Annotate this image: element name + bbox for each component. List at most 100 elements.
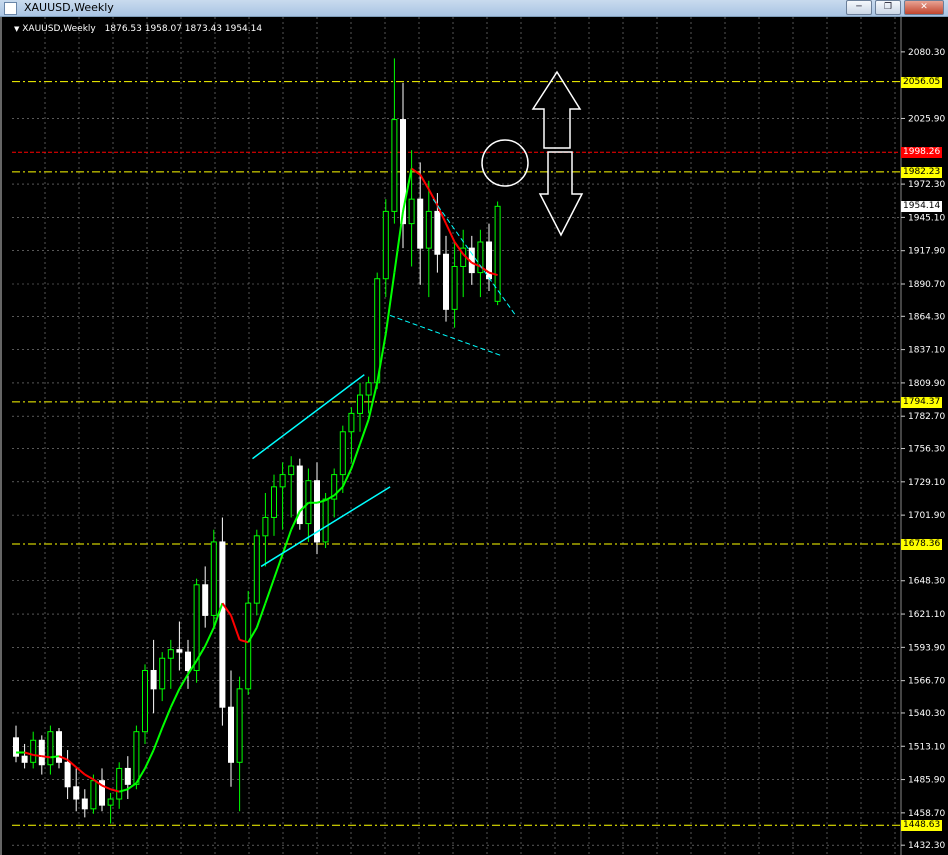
down-arrow-icon <box>538 151 584 237</box>
moving-average-segment <box>178 673 189 690</box>
minimize-icon: ─ <box>856 2 862 12</box>
ohlc-values: 1876.53 1958.07 1873.43 1954.14 <box>104 24 263 34</box>
candle-body <box>90 780 97 810</box>
candle-body <box>30 739 37 763</box>
candle-body <box>339 431 346 476</box>
price-tick-label: 1485.90 <box>908 776 945 786</box>
candle-body <box>443 253 449 310</box>
candle-body <box>365 382 372 396</box>
price-tick-label: 2080.30 <box>908 48 945 58</box>
price-tick-label: 1458.70 <box>908 809 945 819</box>
moving-average-segment <box>169 688 181 708</box>
candle-body <box>185 651 191 671</box>
price-tick-label: 1432.30 <box>908 841 945 851</box>
price-tick-label: 2025.90 <box>908 114 945 124</box>
restore-button[interactable]: ❐ <box>875 0 901 15</box>
candle-body <box>288 465 295 476</box>
moving-average-segment <box>255 602 267 628</box>
chart-window-icon <box>4 2 17 15</box>
price-tick-label: 1809.90 <box>908 379 945 389</box>
moving-average-segment <box>359 419 370 445</box>
candle-body <box>219 541 226 708</box>
candle-body <box>357 394 363 414</box>
candle-body <box>253 535 260 604</box>
candle-body <box>202 584 209 616</box>
moving-average-segment <box>419 174 430 190</box>
candle-body <box>382 210 389 280</box>
channel-upper-line <box>252 374 365 460</box>
price-tick-label: 1917.90 <box>908 247 945 257</box>
moving-average-segment <box>445 223 456 243</box>
minimize-button[interactable]: ─ <box>846 0 872 15</box>
moving-average-segment <box>161 706 172 729</box>
candle-body <box>228 706 234 763</box>
candle-body <box>279 474 286 488</box>
price-tag: 1448.63 <box>901 820 943 832</box>
close-button[interactable]: ✕ <box>904 0 944 15</box>
dropdown-triangle-icon[interactable]: ▼ <box>14 25 19 33</box>
price-tag: 1982.23 <box>901 166 943 178</box>
candle-body <box>408 198 415 225</box>
restore-icon: ❐ <box>883 2 893 12</box>
close-icon: ✕ <box>920 2 928 12</box>
candle-body <box>348 412 355 433</box>
price-chart[interactable]: 2080.30 2025.90 1972.30 1945.10 1917.90 1890.… <box>2 17 948 855</box>
price-tick-label: 1945.10 <box>908 213 945 223</box>
candle-body <box>245 602 252 690</box>
price-tick-label: 1566.70 <box>908 677 945 687</box>
moving-average-segment <box>75 766 86 776</box>
moving-average-segment <box>152 727 164 751</box>
candle-body <box>391 119 398 212</box>
candle-body <box>236 688 243 763</box>
moving-average-segment <box>50 755 60 759</box>
candle-body <box>451 265 458 310</box>
moving-average-segment <box>393 211 404 273</box>
candle-body <box>38 739 45 766</box>
candle-body <box>73 786 80 800</box>
candle-body <box>133 731 140 785</box>
candle-body <box>210 541 217 616</box>
price-tick-label: 1729.10 <box>908 478 945 488</box>
price-tag: 1678.36 <box>901 538 943 550</box>
candle-body <box>116 767 123 800</box>
price-tag: 1954.14 <box>901 201 943 213</box>
candle-body <box>417 198 424 249</box>
moving-average-segment <box>264 578 275 604</box>
candle-body <box>176 649 183 653</box>
moving-average-segment <box>230 615 241 641</box>
price-tick-label: 1513.10 <box>908 742 945 752</box>
price-tick-label: 1540.30 <box>908 709 945 719</box>
price-tick-label: 1701.90 <box>908 511 945 521</box>
moving-average-segment <box>350 443 361 469</box>
symbol-label: XAUUSD,Weekly <box>22 24 96 34</box>
up-arrow-icon <box>531 70 582 149</box>
price-tick-label: 1756.30 <box>908 445 945 455</box>
ohlc-readout: ▼ XAUUSD,Weekly 1876.53 1958.07 1873.43 … <box>14 24 262 34</box>
candle-body <box>107 798 114 806</box>
price-tick-label: 1782.70 <box>908 412 945 422</box>
candle-body <box>124 767 131 785</box>
price-tick-label: 1648.30 <box>908 577 945 587</box>
candle-body <box>434 210 441 255</box>
candle-body <box>322 498 329 543</box>
moving-average-segment <box>384 272 396 334</box>
chart-area[interactable]: 2080.30 2025.90 1972.30 1945.10 1917.90 1890.… <box>0 17 948 855</box>
price-tag: 2056.05 <box>901 76 943 88</box>
moving-average-segment <box>204 627 215 647</box>
price-tick-label: 1621.10 <box>908 610 945 620</box>
candle-body <box>142 669 148 733</box>
candle-body <box>21 755 28 763</box>
moving-average-segment <box>84 773 94 781</box>
price-tick-label: 1593.90 <box>908 643 945 653</box>
price-tag: 1794.37 <box>901 396 943 408</box>
candle-body <box>150 669 157 690</box>
price-tick-label: 1864.30 <box>908 312 945 322</box>
price-tag: 1998.26 <box>901 147 943 159</box>
candle-body <box>271 486 277 518</box>
window-titlebar[interactable]: XAUUSD,Weekly ─ ❐ ✕ <box>0 0 948 17</box>
candle-body <box>167 649 174 659</box>
moving-average-segment <box>41 755 51 759</box>
price-tick-label: 1890.70 <box>908 280 945 290</box>
window-title: XAUUSD,Weekly <box>24 1 114 14</box>
moving-average-segment <box>144 749 155 769</box>
